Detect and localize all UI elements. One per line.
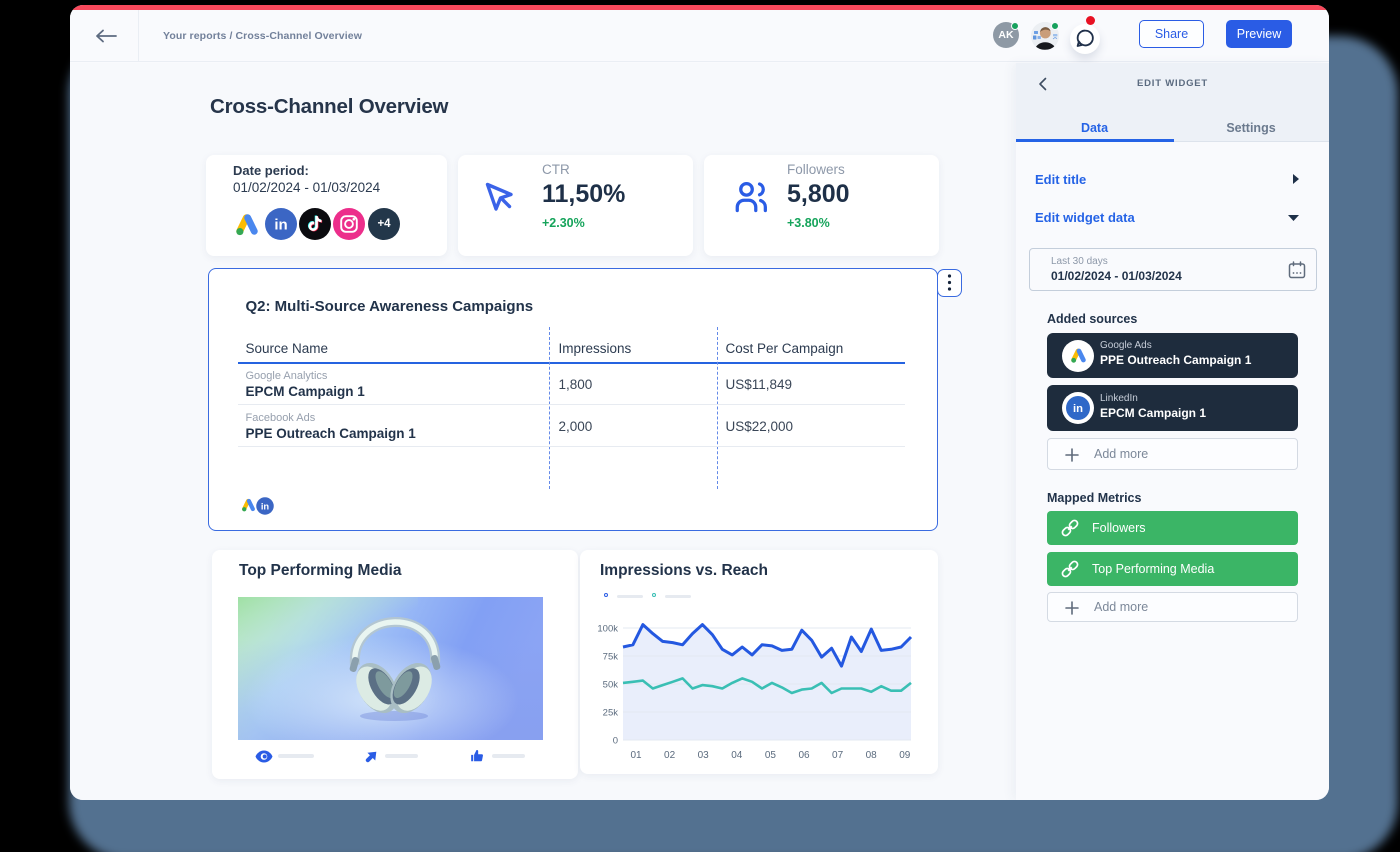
svg-text:in: in <box>274 217 287 234</box>
svg-text:in: in <box>1073 403 1083 415</box>
svg-text:25k: 25k <box>603 708 619 719</box>
svg-text:03: 03 <box>698 750 710 761</box>
svg-text:07: 07 <box>832 750 844 761</box>
svg-text:50k: 50k <box>603 680 619 691</box>
svg-text:0: 0 <box>613 736 618 747</box>
svg-text:04: 04 <box>731 750 743 761</box>
svg-text:05: 05 <box>765 750 777 761</box>
svg-text:01: 01 <box>630 750 642 761</box>
svg-text:75k: 75k <box>603 652 619 663</box>
svg-text:06: 06 <box>798 750 810 761</box>
svg-text:in: in <box>261 501 270 511</box>
svg-text:09: 09 <box>899 750 911 761</box>
svg-text:100k: 100k <box>597 624 618 635</box>
svg-text:02: 02 <box>664 750 676 761</box>
svg-text:08: 08 <box>866 750 878 761</box>
